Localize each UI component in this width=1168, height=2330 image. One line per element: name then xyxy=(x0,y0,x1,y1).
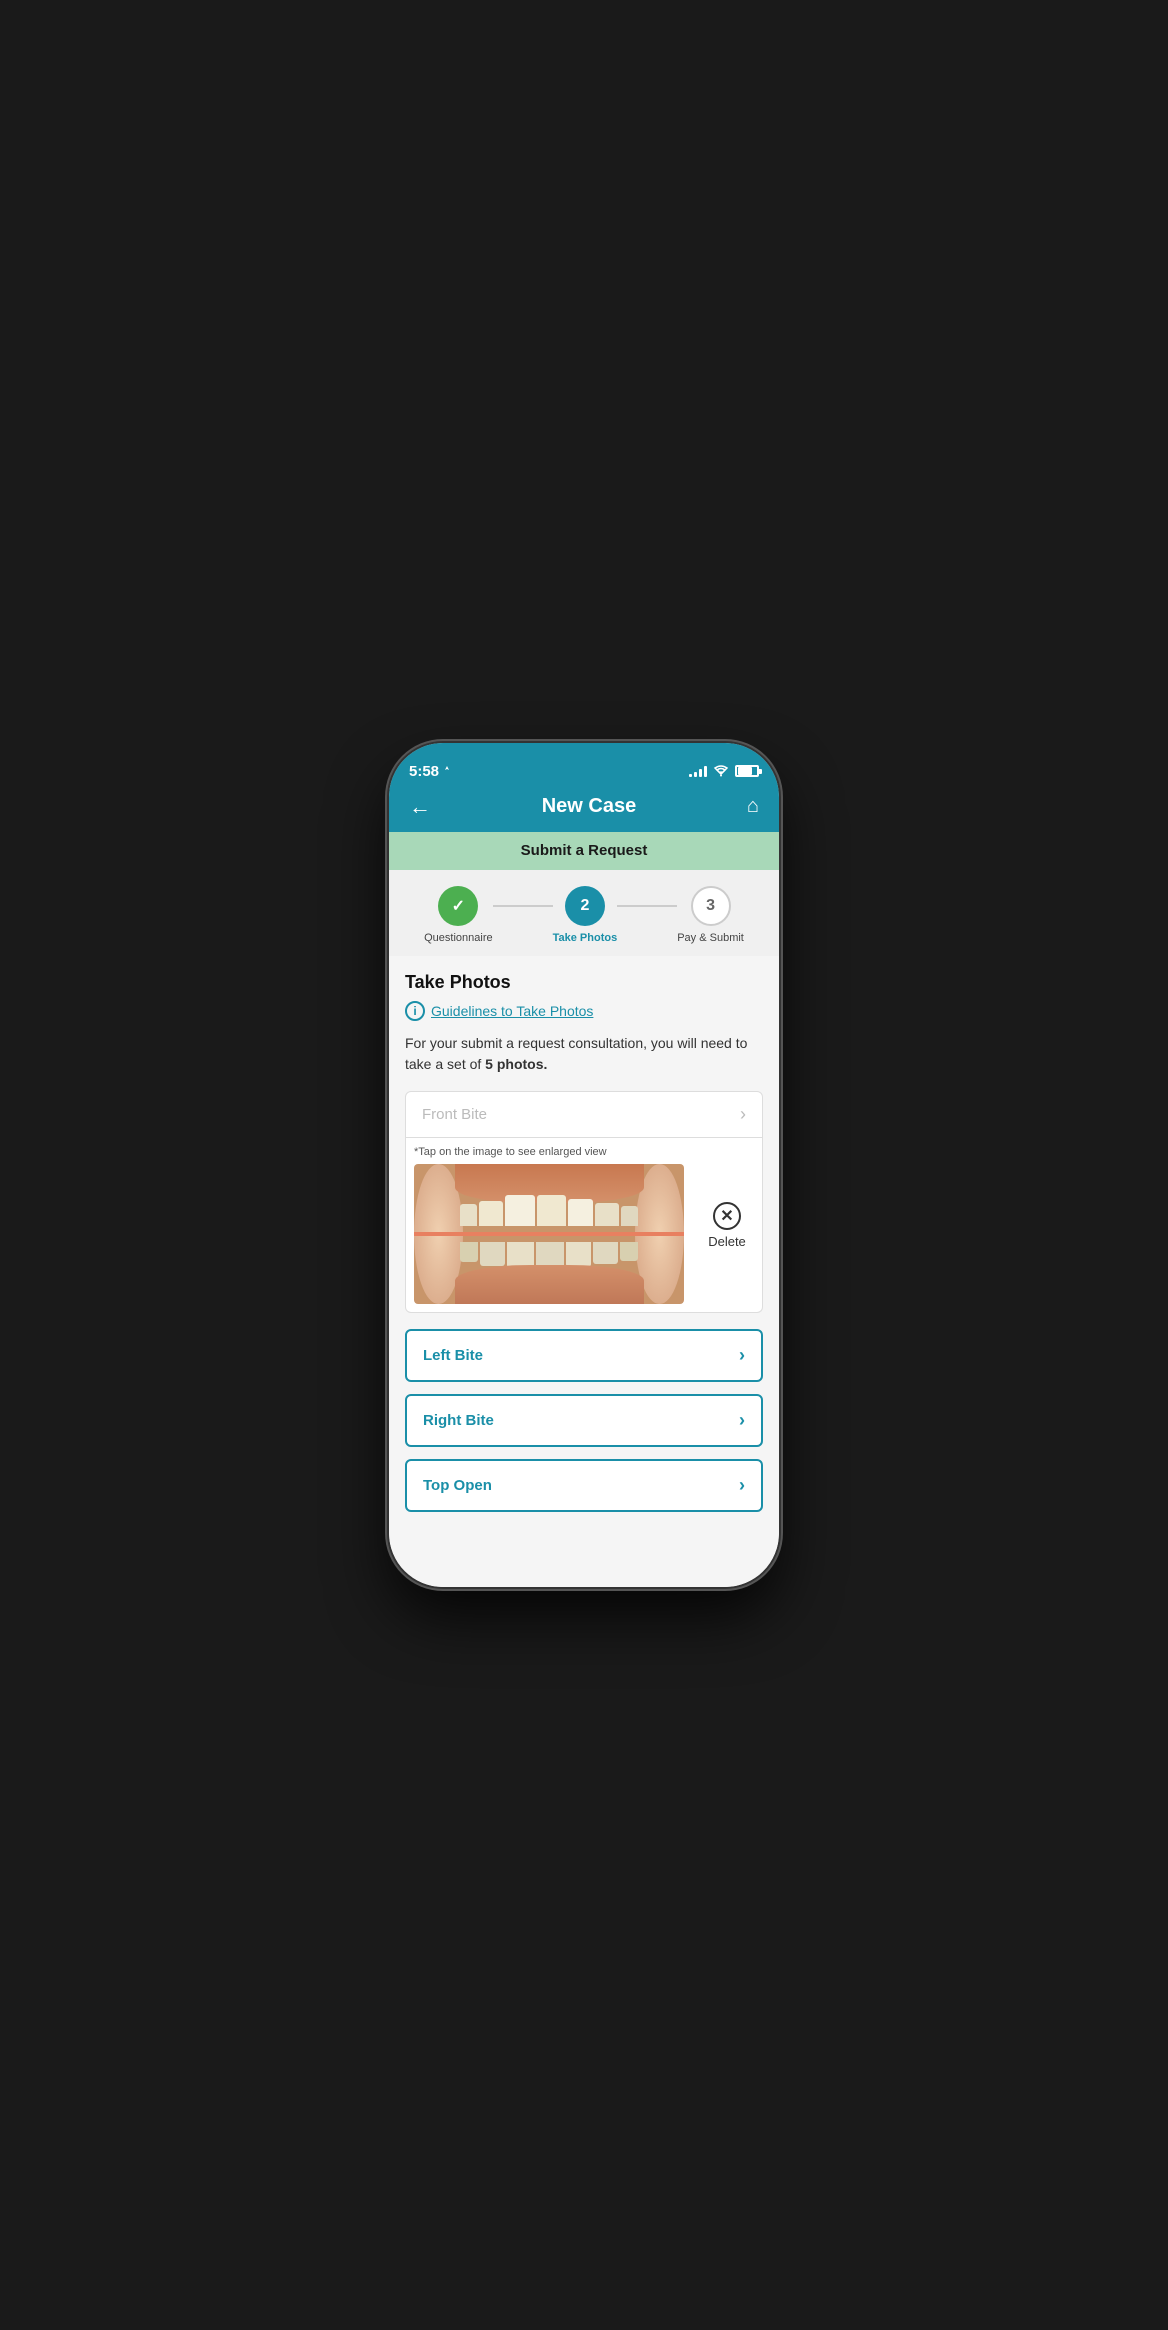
back-button[interactable]: ← xyxy=(409,796,431,818)
battery-icon xyxy=(735,765,759,777)
sub-header-text: Submit a Request xyxy=(521,842,648,859)
tooth-u2 xyxy=(479,1201,503,1226)
right-bite-chevron-icon: › xyxy=(739,1410,745,1431)
info-icon: i xyxy=(405,1001,425,1021)
phone-screen: 5:58 xyxy=(389,743,779,1587)
left-bite-label: Left Bite xyxy=(423,1347,483,1364)
guidelines-link-row[interactable]: i Guidelines to Take Photos xyxy=(405,1001,763,1021)
status-bar: 5:58 xyxy=(389,743,779,787)
step-2-circle: 2 xyxy=(565,886,605,926)
tooth-l7 xyxy=(620,1242,638,1260)
step-questionnaire: ✓ Questionnaire xyxy=(424,886,493,944)
progress-steps: ✓ Questionnaire 2 Take Photos 3 Pay & Su… xyxy=(389,870,779,956)
step-pay-submit: 3 Pay & Submit xyxy=(677,886,744,944)
top-open-chevron-icon: › xyxy=(739,1475,745,1496)
home-button[interactable]: ⌂ xyxy=(747,795,759,818)
teeth-image[interactable] xyxy=(414,1164,684,1304)
image-preview-left: *Tap on the image to see enlarged view xyxy=(406,1138,692,1312)
header-title: New Case xyxy=(542,795,637,818)
tooth-l1 xyxy=(460,1242,478,1262)
step-1-circle: ✓ xyxy=(438,886,478,926)
step-1-label: Questionnaire xyxy=(424,932,493,944)
tooth-l6 xyxy=(593,1242,618,1264)
section-title: Take Photos xyxy=(405,972,763,993)
tooth-l5 xyxy=(566,1242,591,1267)
front-bite-header[interactable]: Front Bite › xyxy=(405,1091,763,1138)
signal-bars-icon xyxy=(689,765,707,777)
signal-bar-3 xyxy=(699,769,702,777)
top-open-label: Top Open xyxy=(423,1477,492,1494)
tooth-u7 xyxy=(621,1206,638,1226)
step-2-label: Take Photos xyxy=(553,932,618,944)
status-icons xyxy=(689,765,759,777)
right-bite-button[interactable]: Right Bite › xyxy=(405,1394,763,1447)
step-take-photos: 2 Take Photos xyxy=(553,886,618,944)
main-content: Take Photos i Guidelines to Take Photos … xyxy=(389,956,779,1587)
phone-frame: 5:58 xyxy=(389,743,779,1587)
front-bite-preview: *Tap on the image to see enlarged view xyxy=(405,1138,763,1313)
step-3-circle: 3 xyxy=(691,886,731,926)
right-bite-label: Right Bite xyxy=(423,1412,494,1429)
app-header: ← New Case ⌂ xyxy=(389,787,779,832)
tooth-u3 xyxy=(505,1195,534,1226)
left-bite-button[interactable]: Left Bite › xyxy=(405,1329,763,1382)
upper-teeth xyxy=(460,1195,638,1226)
location-icon xyxy=(442,766,452,776)
front-bite-label: Front Bite xyxy=(422,1106,487,1123)
image-preview-right: ✕ Delete xyxy=(692,1138,762,1312)
delete-icon: ✕ xyxy=(713,1202,741,1230)
tap-hint: *Tap on the image to see enlarged view xyxy=(414,1146,684,1158)
guidelines-link-text[interactable]: Guidelines to Take Photos xyxy=(431,1003,593,1019)
tooth-u6 xyxy=(595,1203,619,1226)
gum-line xyxy=(414,1232,684,1236)
tooth-u4 xyxy=(537,1195,566,1226)
tooth-l2 xyxy=(480,1242,505,1265)
left-bite-chevron-icon: › xyxy=(739,1345,745,1366)
signal-bar-1 xyxy=(689,774,692,777)
front-bite-chevron: › xyxy=(740,1104,746,1125)
step-3-label: Pay & Submit xyxy=(677,932,744,944)
delete-label: Delete xyxy=(708,1234,746,1249)
wifi-icon xyxy=(713,765,729,777)
front-bite-section: Front Bite › *Tap on the image to see en… xyxy=(405,1091,763,1313)
top-open-button[interactable]: Top Open › xyxy=(405,1459,763,1512)
tooth-u5 xyxy=(568,1199,592,1225)
signal-bar-2 xyxy=(694,772,697,777)
step-line-2 xyxy=(617,905,677,907)
step-line-1 xyxy=(493,905,553,907)
delete-button[interactable]: ✕ Delete xyxy=(704,1198,750,1253)
battery-fill xyxy=(738,767,752,775)
time-display: 5:58 xyxy=(409,763,439,780)
description-text: For your submit a request consultation, … xyxy=(405,1033,763,1075)
lower-lip xyxy=(455,1265,644,1304)
tooth-u1 xyxy=(460,1204,477,1226)
status-time: 5:58 xyxy=(409,763,452,780)
signal-bar-4 xyxy=(704,766,707,777)
sub-header: Submit a Request xyxy=(389,832,779,870)
